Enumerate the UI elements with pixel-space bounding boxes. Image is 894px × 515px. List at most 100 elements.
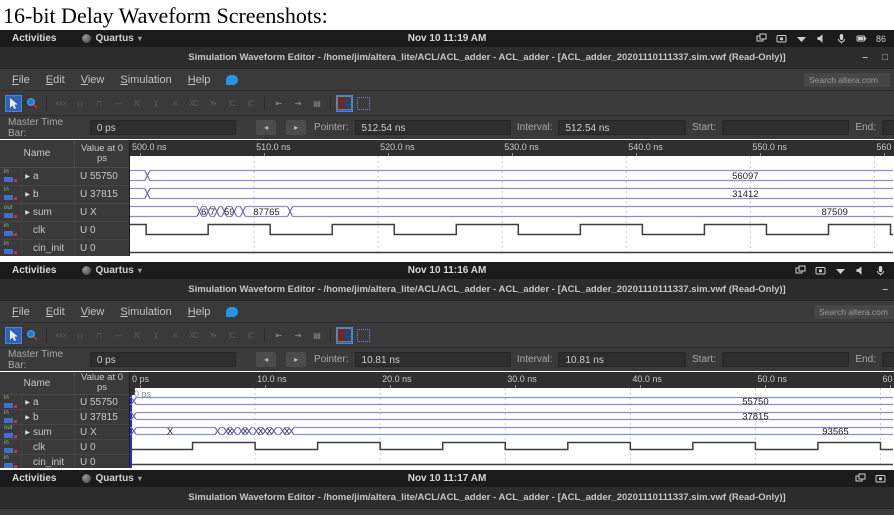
interval-time-field[interactable]: 10.81 ns [558, 352, 686, 367]
maximize-button[interactable]: □ [882, 52, 888, 63]
expand-arrow-icon[interactable]: ▶ [22, 191, 33, 198]
activities-button[interactable]: Activities [8, 33, 60, 44]
end-time-field[interactable] [882, 352, 894, 367]
count-value-icon[interactable]: XC [185, 327, 202, 344]
waveform-sum[interactable]: X X X X X X 93565 [130, 424, 893, 439]
volume-icon[interactable] [816, 33, 827, 44]
menu-file[interactable]: File [4, 306, 38, 318]
app-menu-quartus[interactable]: Quartus ▾ [82, 265, 142, 276]
start-time-field[interactable] [721, 120, 850, 135]
overwrite-clock-icon[interactable]: X▪ [204, 95, 221, 112]
activities-button[interactable]: Activities [8, 473, 60, 484]
waveform-a[interactable]: 56097 [130, 167, 893, 185]
minimize-button[interactable]: – [862, 52, 868, 63]
screencast-icon[interactable] [776, 33, 787, 44]
signal-row-sum[interactable]: out ▶ sum U X [0, 204, 129, 222]
menu-view[interactable]: View [73, 74, 113, 86]
menu-file[interactable]: File [4, 74, 38, 86]
count-value-icon[interactable]: XC [185, 95, 202, 112]
feedback-bubble-icon[interactable] [226, 306, 239, 317]
waveform-canvas[interactable]: 56097 31412 6 7 59 87765 87509 [130, 156, 894, 256]
arbitrary-value-icon[interactable]: )C [223, 95, 240, 112]
signal-row-cin_init[interactable]: in cin_init U 0 [0, 455, 129, 468]
signal-row-b[interactable]: in ▶ b U 37815 [0, 186, 129, 204]
waveform-b[interactable]: 37815 [130, 409, 893, 424]
waveform-clk[interactable] [130, 439, 893, 454]
timebar-forward-button[interactable]: ▸ [286, 352, 307, 367]
force-unknown-icon[interactable]: ××× [52, 95, 69, 112]
menu-edit[interactable]: Edit [38, 306, 73, 318]
random-value-icon[interactable]: )C [242, 327, 259, 344]
selection-tool-icon[interactable] [5, 326, 22, 344]
force-weak-high-icon[interactable]: )( [147, 327, 164, 344]
force-weak-low-icon[interactable]: X( [128, 327, 145, 344]
force-weak-unknown-icon[interactable]: ≡ [166, 327, 183, 344]
snap-to-transition-icon[interactable]: ⇥ [289, 327, 306, 344]
app-menu-quartus[interactable]: Quartus ▾ [82, 473, 142, 484]
waveform-cin_init[interactable] [130, 239, 893, 256]
signal-row-clk[interactable]: in clk U 0 [0, 222, 129, 240]
zoom-tool-icon[interactable] [24, 327, 41, 344]
force-low-icon[interactable]: ⊔ [71, 95, 88, 112]
arbitrary-value-icon[interactable]: )C [223, 327, 240, 344]
expand-arrow-icon[interactable]: ▶ [22, 209, 33, 216]
start-time-field[interactable] [721, 352, 850, 367]
minimize-button[interactable]: – [882, 284, 888, 295]
search-input[interactable]: Search altera.com [804, 73, 890, 87]
run-functional-simulation-icon[interactable] [336, 94, 353, 112]
force-weak-high-icon[interactable]: )( [147, 95, 164, 112]
force-low-icon[interactable]: ⊔ [71, 327, 88, 344]
interval-time-field[interactable]: 512.54 ns [558, 120, 686, 135]
signal-row-sum[interactable]: out ▶ sum U X [0, 425, 129, 440]
run-timing-simulation-icon[interactable] [355, 327, 372, 344]
snap-to-edge-icon[interactable]: ⇤ [270, 95, 287, 112]
force-high-z-icon[interactable]: — [109, 95, 126, 112]
waveform-sum[interactable]: 6 7 59 87765 87509 [130, 203, 893, 221]
app-menu-quartus[interactable]: Quartus ▾ [82, 33, 142, 44]
snap-to-edge-icon[interactable]: ⇤ [270, 327, 287, 344]
run-timing-simulation-icon[interactable] [355, 95, 372, 112]
force-high-icon[interactable]: ⊓ [90, 327, 107, 344]
menu-help[interactable]: Help [180, 74, 219, 86]
screencast-icon[interactable] [875, 473, 886, 484]
timebar-back-button[interactable]: ◂ [256, 352, 277, 367]
snap-to-transition-icon[interactable]: ⇥ [289, 95, 306, 112]
activities-button[interactable]: Activities [8, 265, 60, 276]
waveform-a[interactable]: 55750 [130, 394, 893, 409]
master-time-field[interactable]: 0 ps [89, 120, 237, 135]
windows-icon[interactable] [855, 473, 866, 484]
master-time-field[interactable]: 0 ps [89, 352, 237, 367]
signal-row-clk[interactable]: in clk U 0 [0, 440, 129, 455]
signal-row-b[interactable]: in ▶ b U 37815 [0, 410, 129, 425]
pointer-time-field[interactable]: 512.54 ns [354, 120, 511, 135]
timebar-forward-button[interactable]: ▸ [286, 120, 307, 135]
battery-icon[interactable] [856, 33, 867, 44]
zoom-tool-icon[interactable] [24, 95, 41, 112]
screencast-icon[interactable] [815, 265, 826, 276]
export-waveform-icon[interactable]: ▤ [308, 95, 325, 112]
run-functional-simulation-icon[interactable] [336, 326, 353, 344]
timebar-back-button[interactable]: ◂ [256, 120, 277, 135]
windows-icon[interactable] [795, 265, 806, 276]
menu-edit[interactable]: Edit [38, 74, 73, 86]
windows-icon[interactable] [756, 33, 767, 44]
expand-arrow-icon[interactable]: ▶ [22, 414, 33, 421]
random-value-icon[interactable]: )C [242, 95, 259, 112]
menu-simulation[interactable]: Simulation [112, 306, 179, 318]
wifi-icon[interactable] [835, 265, 846, 276]
waveform-cin_init[interactable] [130, 454, 893, 468]
waveform-clk[interactable] [130, 221, 893, 239]
feedback-bubble-icon[interactable] [226, 74, 239, 85]
pointer-time-field[interactable]: 10.81 ns [354, 352, 511, 367]
selection-tool-icon[interactable] [5, 94, 22, 112]
overwrite-clock-icon[interactable]: X▪ [204, 327, 221, 344]
waveform-canvas[interactable]: 0 ps 55750 37815 X X X X X X 93565 [130, 388, 894, 468]
microphone-icon[interactable] [836, 33, 847, 44]
force-high-z-icon[interactable]: — [109, 327, 126, 344]
microphone-icon[interactable] [875, 265, 886, 276]
expand-arrow-icon[interactable]: ▶ [22, 429, 33, 436]
force-high-icon[interactable]: ⊓ [90, 95, 107, 112]
menu-simulation[interactable]: Simulation [112, 74, 179, 86]
menu-help[interactable]: Help [180, 306, 219, 318]
expand-arrow-icon[interactable]: ▶ [22, 399, 33, 406]
